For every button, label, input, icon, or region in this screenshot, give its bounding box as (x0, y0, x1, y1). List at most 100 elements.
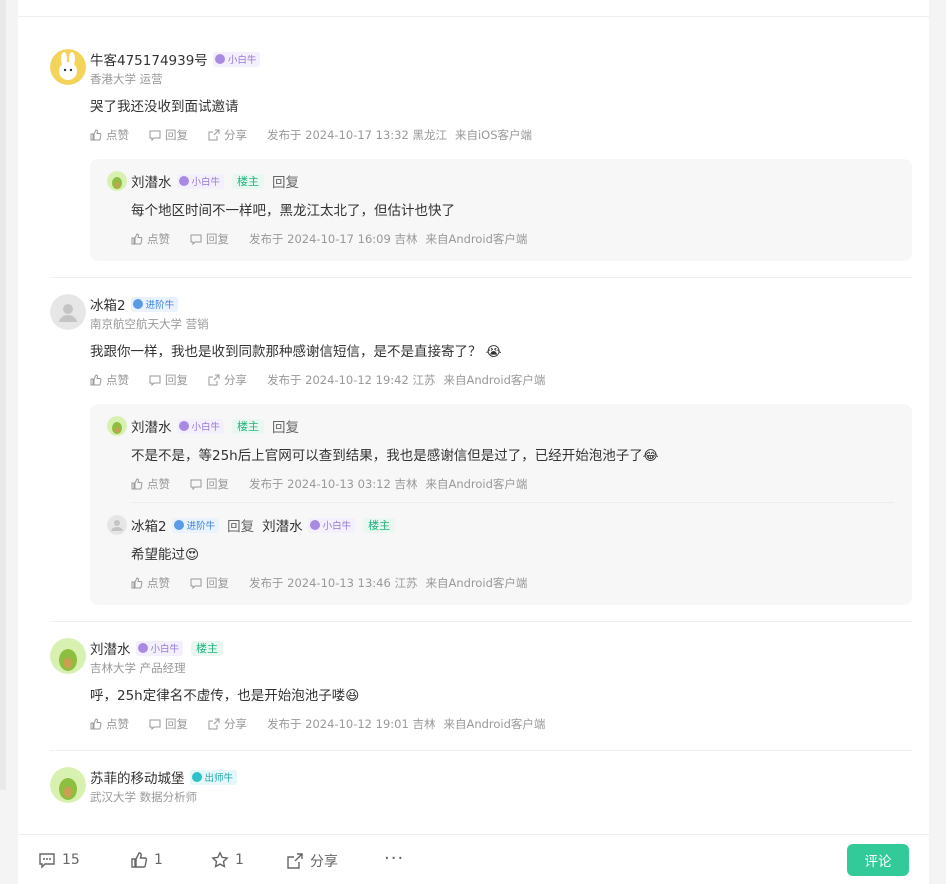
reply-word: 回复 (227, 519, 255, 535)
thumbs-up-icon (131, 577, 143, 589)
favorite-button[interactable]: 1 (211, 851, 244, 869)
thumbs-up-icon (90, 718, 102, 730)
like-count: 1 (154, 852, 163, 868)
comment-button[interactable]: 评论 (847, 844, 909, 876)
like-button[interactable]: 点赞 (90, 372, 129, 388)
post-time: 发布于 2024-10-17 16:09 吉林 (249, 232, 418, 246)
post-source: 来自Android客户端 (425, 232, 528, 246)
avatar[interactable] (50, 767, 86, 803)
thumbs-up-icon (90, 374, 102, 386)
like-count-button[interactable]: 1 (130, 851, 163, 869)
post-time: 发布于 2024-10-13 13:46 江苏 (249, 576, 418, 590)
user-school: 南京航空航天大学 营销 (90, 317, 209, 331)
thumbs-up-icon (90, 129, 102, 141)
post-source: 来自Android客户端 (425, 477, 528, 491)
share-button[interactable]: 分享 (208, 716, 247, 732)
user-name[interactable]: 冰箱2 (90, 294, 126, 314)
comment-list: 牛客475174939号 小白牛 香港大学 运营 哭了我还没收到面试邀请 点赞 … (50, 33, 912, 805)
thumbs-up-icon (131, 233, 143, 245)
chat-bubble-icon (149, 130, 161, 141)
post-source: 来自Android客户端 (443, 717, 546, 731)
level-badge: 出师牛 (189, 769, 238, 785)
reply-button[interactable]: 回复 (149, 127, 188, 143)
reply-button[interactable]: 回复 (190, 476, 229, 492)
star-icon (211, 851, 229, 868)
like-button[interactable]: 点赞 (90, 127, 129, 143)
avatar[interactable] (50, 294, 86, 330)
comment-count-button[interactable]: 15 (38, 851, 80, 869)
user-name[interactable]: 刘潜水 (90, 638, 131, 658)
reply-link[interactable]: 回复 (272, 171, 299, 191)
reply-actions: 点赞 回复 发布于 2024-10-13 13:46 江苏 来自Android客… (131, 573, 894, 593)
badge-icon (309, 520, 320, 530)
reply-item: 刘潜水 小白牛 楼主 回复 每个地区时间不一样吧，黑龙江太北了，但估计也快了 点… (107, 171, 894, 249)
share-label: 分享 (310, 854, 338, 870)
reply-actions: 点赞 回复 发布于 2024-10-17 16:09 吉林 来自Android客… (131, 229, 894, 249)
chat-bubble-icon (190, 578, 202, 589)
reply-text: 不是不是，等25h后上官网可以查到结果，我也是感谢信但是过了，已经开始泡池子了😂 (131, 448, 659, 464)
avatar[interactable] (107, 416, 127, 436)
reply-button[interactable]: 回复 (190, 575, 229, 591)
badge-icon (214, 54, 225, 64)
like-button[interactable]: 点赞 (90, 716, 129, 732)
comment-item: 刘潜水 小白牛 楼主 吉林大学 产品经理 呼，25h定律名不虚传，也是开始泡池子… (50, 621, 912, 750)
post-time: 发布于 2024-10-13 03:12 吉林 (249, 477, 418, 491)
post-time: 发布于 2024-10-12 19:42 江苏 (267, 373, 436, 387)
post-source: 来自Android客户端 (425, 576, 528, 590)
user-school: 吉林大学 产品经理 (90, 661, 186, 675)
post-source: 来自Android客户端 (443, 373, 546, 387)
share-icon (208, 374, 220, 386)
like-button[interactable]: 点赞 (131, 231, 170, 247)
favorite-count: 1 (235, 852, 244, 868)
left-scroll-strip (0, 0, 6, 790)
chat-bubble-icon (190, 479, 202, 490)
avatar[interactable] (107, 515, 127, 535)
comment-item: 苏菲的移动城堡 出师牛 武汉大学 数据分析师 (50, 750, 912, 805)
badge-label: 小白牛 (227, 55, 257, 66)
bottom-action-bar: 15 1 1 分享 ··· 评论 (18, 834, 929, 884)
level-badge: 进阶牛 (130, 296, 179, 312)
like-button[interactable]: 点赞 (131, 476, 170, 492)
chat-bubble-icon (39, 853, 55, 869)
reply-button[interactable]: 回复 (149, 716, 188, 732)
chat-bubble-icon (190, 234, 202, 245)
share-button[interactable]: 分享 (208, 127, 247, 143)
thumbs-up-icon (131, 478, 143, 490)
comment-actions: 点赞 回复 分享 发布于 2024-10-12 19:01 吉林 来自Andro… (90, 714, 912, 734)
user-name[interactable]: 刘潜水 (131, 171, 172, 191)
reply-link[interactable]: 回复 (272, 416, 299, 436)
post-time: 发布于 2024-10-17 13:32 黑龙江 (267, 128, 447, 142)
comment-text: 呼，25h定律名不虚传，也是开始泡池子喽😆 (90, 688, 360, 704)
user-name[interactable]: 牛客475174939号 (90, 49, 208, 69)
level-badge: 小白牛 (176, 173, 225, 189)
user-name[interactable]: 刘潜水 (131, 416, 172, 436)
reply-button[interactable]: 回复 (149, 372, 188, 388)
share-button[interactable]: 分享 (208, 372, 247, 388)
comment-text: 哭了我还没收到面试邀请 (90, 99, 239, 115)
chat-bubble-icon (149, 375, 161, 386)
badge-icon (173, 520, 184, 530)
like-button[interactable]: 点赞 (131, 575, 170, 591)
user-name[interactable]: 苏菲的移动城堡 (90, 767, 185, 787)
avatar[interactable] (50, 49, 86, 85)
reply-button[interactable]: 回复 (190, 231, 229, 247)
reply-target-name[interactable]: 刘潜水 (262, 515, 303, 535)
emoji-icon: 😂 (642, 448, 659, 464)
more-dots-icon[interactable]: ··· (384, 848, 404, 869)
emoji-icon: 😍 (185, 547, 200, 563)
post-source: 来自iOS客户端 (454, 128, 532, 142)
user-school: 香港大学 运营 (90, 72, 163, 86)
divider (131, 502, 894, 503)
user-school: 武汉大学 数据分析师 (90, 790, 198, 804)
badge-icon (191, 772, 202, 782)
comment-actions: 点赞 回复 分享 发布于 2024-10-12 19:42 江苏 来自Andro… (90, 370, 912, 390)
author-tag: 楼主 (363, 517, 396, 533)
level-badge: 小白牛 (176, 418, 225, 434)
author-tag: 楼主 (232, 173, 265, 189)
divider (18, 16, 929, 17)
avatar[interactable] (50, 638, 86, 674)
avatar[interactable] (107, 171, 127, 191)
badge-icon (132, 299, 143, 309)
share-button[interactable]: 分享 (286, 851, 338, 871)
user-name[interactable]: 冰箱2 (131, 515, 167, 535)
